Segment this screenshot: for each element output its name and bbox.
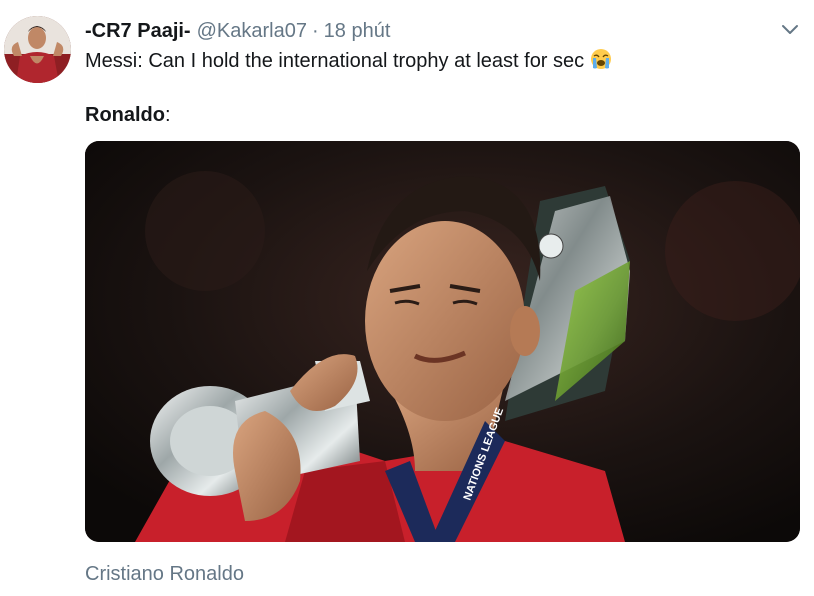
user-handle[interactable]: @Kakarla07 [197,20,307,42]
tweet-photo[interactable]: NATIONS LEAGUE [85,141,800,542]
media-tag[interactable]: Cristiano Ronaldo [85,561,244,587]
tweet-text-line-2: Ronaldo: [85,102,171,128]
tweet-text: Messi: Can I hold the international trop… [85,50,585,72]
separator-dot: · [311,20,319,42]
loudly-crying-face-icon [590,48,612,70]
chevron-down-icon[interactable] [780,22,800,38]
display-name[interactable]: -CR7 Paaji- [85,20,191,42]
bold-name: Ronaldo [85,104,165,126]
tweet-card[interactable]: -CR7 Paaji- @Kakarla07 · 18 phút Messi: Can… [0,0,814,596]
avatar[interactable] [4,16,71,83]
colon: : [165,104,171,126]
timestamp[interactable]: 18 phút [324,20,391,42]
tweet-text-line-1: Messi: Can I hold the international trop… [85,48,612,74]
tweet-header: -CR7 Paaji- @Kakarla07 · 18 phút [85,18,390,44]
